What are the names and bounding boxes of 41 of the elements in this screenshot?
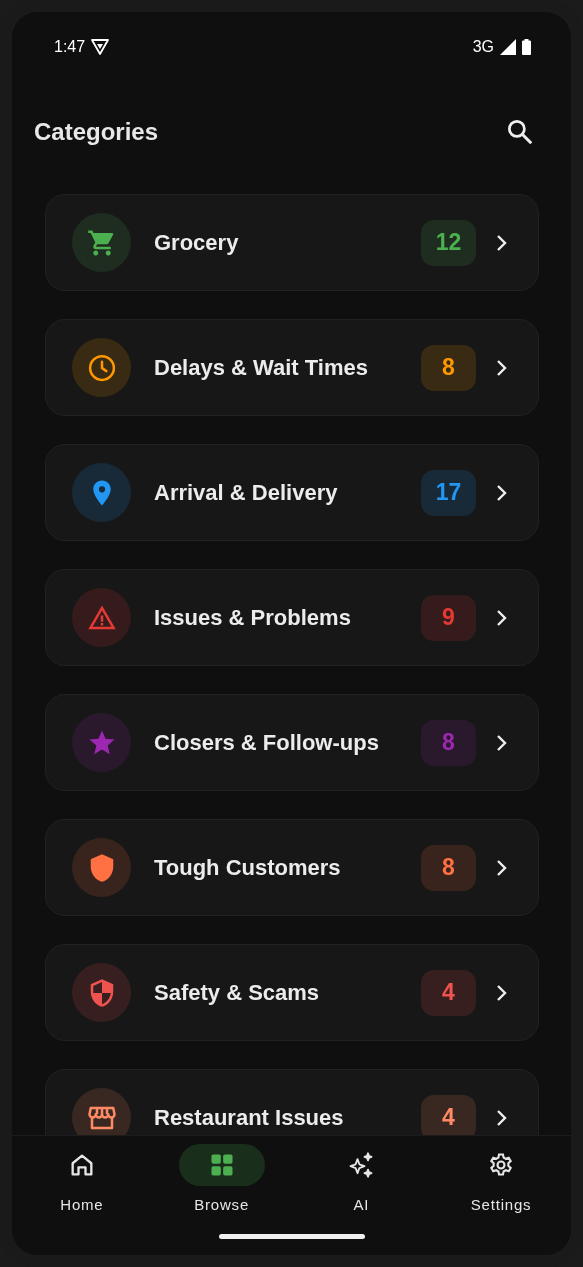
count-badge: 17 [421,469,476,516]
category-card[interactable]: Restaurant Issues 4 [45,1069,539,1135]
category-card[interactable]: Closers & Follow-ups 8 [45,694,539,791]
chevron-icon [496,733,508,752]
category-name: Issues & Problems [154,604,352,631]
chevron-icon [496,233,508,252]
chevron-icon [496,358,508,377]
chevron-icon [496,983,508,1002]
nav-tab[interactable]: AI [291,1144,432,1213]
count-badge: 12 [421,219,476,266]
battery-icon [522,39,531,55]
category-name: Restaurant Issues [154,1104,345,1131]
count-badge: 8 [421,844,476,891]
category-card[interactable]: Delays & Wait Times 8 [45,319,539,416]
category-card[interactable]: Arrival & Delivery 17 [45,444,539,541]
network-type: 3G [472,38,494,56]
nav-tab[interactable]: Home [12,1144,152,1213]
category-name: Closers & Follow-ups [154,729,380,756]
nav-tab[interactable]: Browse [151,1144,292,1213]
category-name: Arrival & Delivery [154,479,339,506]
count-badge: 4 [421,969,476,1016]
chevron-icon [496,1108,508,1127]
category-name: Safety & Scams [154,979,321,1006]
category-card[interactable]: Grocery 12 [45,194,539,291]
category-card[interactable]: Issues & Problems 9 [45,569,539,666]
nav-tab[interactable]: Settings [431,1144,571,1213]
category-name: Tough Customers [154,854,342,881]
count-badge: 8 [421,344,476,391]
category-card[interactable]: Tough Customers 8 [45,819,539,916]
signal-icon [500,39,516,55]
chevron-icon [496,858,508,877]
category-name: Delays & Wait Times [154,354,369,381]
status-time: 1:47 [54,38,86,56]
chevron-icon [496,483,508,502]
category-name: Grocery [154,229,240,256]
chevron-icon [496,608,508,627]
count-badge: 9 [421,594,476,641]
count-badge: 8 [421,719,476,766]
page-title: Categories [34,118,159,146]
search-button[interactable] [505,117,535,147]
category-card[interactable]: Safety & Scams 4 [45,944,539,1041]
